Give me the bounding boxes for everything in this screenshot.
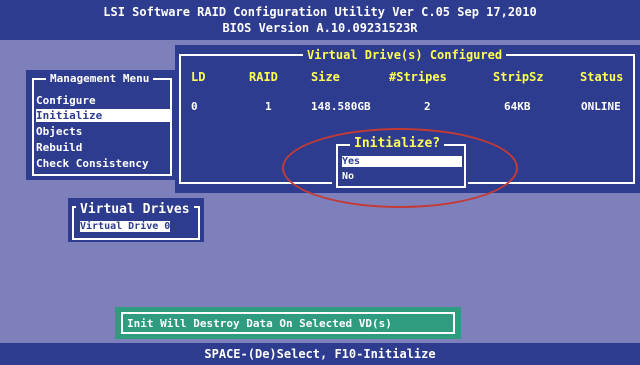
header-status: Status — [580, 70, 624, 84]
menu-item-check-consistency[interactable]: Check Consistency — [36, 157, 149, 170]
virtual-drive-0[interactable]: Virtual Drive 0 — [80, 221, 171, 232]
header-stripsz: StripSz — [493, 70, 544, 84]
bios-version: BIOS Version A.10.09231523R — [222, 21, 418, 35]
cell-stripsz: 64KB — [504, 100, 531, 113]
cell-ld: 0 — [191, 100, 198, 113]
header-raid: RAID — [249, 70, 278, 84]
header-stripes: #Stripes — [389, 70, 447, 84]
cell-raid: 1 — [265, 100, 272, 113]
cell-size: 148.580GB — [311, 100, 371, 113]
cell-status: ONLINE — [581, 100, 621, 113]
status-bar: SPACE-(De)Select, F10-Initialize — [0, 343, 640, 365]
virtual-drives-panel: Virtual Drives Virtual Drive 0 — [68, 198, 204, 242]
cell-stripes: 2 — [424, 100, 431, 113]
menu-item-rebuild[interactable]: Rebuild — [36, 141, 82, 154]
warning-text: Init Will Destroy Data On Selected VD(s) — [127, 317, 392, 330]
configured-drives-title: Virtual Drive(s) Configured — [303, 47, 507, 63]
menu-item-initialize[interactable]: Initialize — [36, 109, 172, 122]
title-bar: LSI Software RAID Configuration Utility … — [0, 0, 640, 40]
menu-item-configure[interactable]: Configure — [36, 94, 96, 107]
warning-box: Init Will Destroy Data On Selected VD(s) — [115, 307, 461, 339]
menu-item-objects[interactable]: Objects — [36, 125, 82, 138]
header-ld: LD — [191, 70, 206, 84]
management-menu-title: Management Menu — [46, 72, 154, 86]
header-size: Size — [311, 70, 340, 84]
management-menu-panel: Management Menu Configure Initialize Obj… — [26, 70, 176, 180]
virtual-drives-title: Virtual Drives — [76, 202, 194, 218]
highlight-ellipse — [282, 128, 518, 208]
app-title: LSI Software RAID Configuration Utility … — [103, 5, 537, 19]
